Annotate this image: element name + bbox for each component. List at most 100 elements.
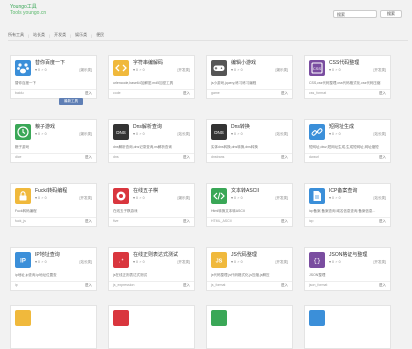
card-divider xyxy=(11,89,96,90)
card-divider xyxy=(305,89,390,90)
tool-stats: ♥ 0 ♂ 0 xyxy=(133,132,145,136)
tool-title[interactable]: 编辑小游戏 xyxy=(231,60,256,66)
tool-stats: ♥ 0 ♂ 0 xyxy=(35,68,47,72)
tool-category[interactable]: [开发类] xyxy=(374,68,386,73)
tool-title[interactable]: 粮子游戏 xyxy=(35,124,55,130)
tool-card[interactable]: IP IP地址查询 ♥ 0 ♂ 0 [站长类] ip地址,ip查询,ip地址位置查 ip 进… xyxy=(10,247,97,291)
tool-category[interactable]: [站长类] xyxy=(374,132,386,137)
enter-link[interactable]: 进入 xyxy=(281,219,288,224)
tool-title[interactable]: IP地址查询 xyxy=(35,252,60,258)
tool-title[interactable]: Dns转换 xyxy=(231,124,250,130)
clock-icon xyxy=(15,124,31,140)
tool-category[interactable]: [娱乐类] xyxy=(80,132,92,137)
enter-link[interactable]: 进入 xyxy=(379,219,386,224)
tool-card[interactable]: 文本转ASCII ♥ 0 ♂ 0 [开发类] Html转换文本转ASCII HTML_A… xyxy=(206,183,293,227)
paw-icon xyxy=(15,60,31,76)
tool-stats: ♥ 0 ♂ 0 xyxy=(231,260,243,264)
tool-title[interactable]: 文本转ASCII xyxy=(231,188,259,194)
tool-slug: fuck_js xyxy=(15,219,26,223)
tool-card[interactable]: 粮子游戏 ♥ 0 ♂ 0 [娱乐类] 粮子游戏 dice 进入 xyxy=(10,119,97,163)
tool-card[interactable]: CSS CSS代码整理 ♥ 0 ♂ 0 [开发类] CSS,css代码整理,css代码格… xyxy=(304,55,391,99)
tool-card[interactable]: DNS Dns转换 ♥ 0 ♂ 0 [站长类] 实体dns转换,dns转换,dns转换 d… xyxy=(206,119,293,163)
tool-slug: dwzurl xyxy=(309,155,320,159)
tool-icon xyxy=(309,310,325,326)
tool-card[interactable]: 字符串编解码 ♥ 0 ♂ 0 [开发类] urlencode,base64加解密,md… xyxy=(108,55,195,99)
enter-link[interactable]: 进入 xyxy=(85,219,92,224)
tool-card[interactable] xyxy=(10,305,97,349)
enter-link[interactable]: 进入 xyxy=(379,91,386,96)
tool-card[interactable] xyxy=(304,305,391,349)
tool-title[interactable]: Dns解析查询 xyxy=(133,124,162,130)
svg-text:DNS: DNS xyxy=(214,130,224,135)
tool-title[interactable]: 字符串编解码 xyxy=(133,60,163,66)
tool-category[interactable]: [站长类] xyxy=(374,196,386,201)
tool-title[interactable]: 在线五子棋 xyxy=(133,188,158,194)
tool-title[interactable]: JSON格证与整理 xyxy=(329,252,367,258)
nav-separator: | xyxy=(49,32,51,38)
nav-item-all[interactable]: 所有工具 xyxy=(8,32,24,38)
tool-card[interactable]: JS JS代码整理 ♥ 0 ♂ 0 [开发类] js代码整理,js代码格式化,js压缩,… xyxy=(206,247,293,291)
tool-stats: ♥ 0 ♂ 0 xyxy=(35,196,47,200)
tool-title[interactable]: 在线正则表达式测试 xyxy=(133,252,178,258)
nav-item-fun[interactable]: 娱乐类 xyxy=(75,32,87,38)
card-divider xyxy=(305,217,390,218)
enter-link[interactable]: 进入 xyxy=(183,283,190,288)
tool-description: Html转换文本转ASCII xyxy=(211,209,245,213)
tool-category[interactable]: [站长类] xyxy=(178,132,190,137)
tool-category[interactable]: [开发类] xyxy=(276,260,288,265)
enter-link[interactable]: 进入 xyxy=(85,91,92,96)
card-divider xyxy=(109,89,194,90)
logo[interactable]: Youngo工具 Tools youngo.cn xyxy=(10,4,46,16)
tool-card[interactable] xyxy=(206,305,293,349)
tool-title[interactable]: CSS代码整理 xyxy=(329,60,359,66)
search-button[interactable]: 搜索 xyxy=(380,10,402,18)
enter-link[interactable]: 进入 xyxy=(379,283,386,288)
enter-link[interactable]: 进入 xyxy=(85,155,92,160)
tool-card[interactable]: ICP备案查询 ♥ 0 ♂ 0 [站长类] icp备案,备案查询,域名信息查询,备案信… xyxy=(304,183,391,227)
tool-card[interactable]: DNS Dns解析查询 ♥ 0 ♂ 0 [站长类] dns解析查询,dns记录查询,ns… xyxy=(108,119,195,163)
tool-slug: code xyxy=(113,91,121,95)
tool-category[interactable]: [娱乐类] xyxy=(80,68,92,73)
enter-link[interactable]: 进入 xyxy=(183,155,190,160)
tool-category[interactable]: [开发类] xyxy=(276,196,288,201)
card-divider xyxy=(207,217,292,218)
tool-card[interactable] xyxy=(108,305,195,349)
search-input[interactable]: 搜索 xyxy=(333,10,377,18)
tool-slug: js_format xyxy=(211,283,226,287)
enter-link[interactable]: 进入 xyxy=(183,219,190,224)
tool-category[interactable]: [娱乐类] xyxy=(276,68,288,73)
tool-card[interactable]: Fuck/转码编程 ♥ 0 ♂ 0 [开发类] Fuck转码编程 fuck_js 进入 xyxy=(10,183,97,227)
enter-link[interactable]: 进入 xyxy=(379,155,386,160)
tool-category[interactable]: [娱乐类] xyxy=(178,196,190,201)
tool-card[interactable]: 编辑小游戏 ♥ 0 ♂ 0 [娱乐类] js小游戏,jquery,练习练习编程 game… xyxy=(206,55,293,99)
tool-slug: baidu xyxy=(15,91,24,95)
enter-link[interactable]: 进入 xyxy=(281,155,288,160)
tool-card[interactable]: {} JSON格证与整理 ♥ 0 ♂ 0 [开发类] JSON整理 json_format… xyxy=(304,247,391,291)
nav-item-life[interactable]: 便民 xyxy=(96,32,104,38)
enter-link[interactable]: 进入 xyxy=(85,283,92,288)
card-divider xyxy=(11,153,96,154)
tool-category[interactable]: [开发类] xyxy=(80,196,92,201)
tool-category[interactable]: [开发类] xyxy=(374,260,386,265)
tool-category[interactable]: [开发类] xyxy=(178,68,190,73)
enter-link[interactable]: 进入 xyxy=(281,91,288,96)
tool-title[interactable]: Fuck/转码编程 xyxy=(35,188,67,194)
tool-card[interactable]: 在线五子棋 ♥ 0 ♂ 0 [娱乐类] 在线五子棋游戏 five 进入 xyxy=(108,183,195,227)
enter-link[interactable]: 进入 xyxy=(281,283,288,288)
tool-title[interactable]: 替你百度一下 xyxy=(35,60,65,66)
tool-slug: ip xyxy=(15,283,18,287)
enter-link[interactable]: 进入 xyxy=(183,91,190,96)
tool-slug: dnstrans xyxy=(211,155,225,159)
nav-item-webmaster[interactable]: 站长类 xyxy=(33,32,45,38)
nav-item-dev[interactable]: 开发类 xyxy=(54,32,66,38)
tool-card[interactable]: 替你百度一下 ♥ 0 ♂ 0 [娱乐类] 替你百度一下 baidu 进入 xyxy=(10,55,97,99)
tool-title[interactable]: JS代码整理 xyxy=(231,252,257,258)
tool-category[interactable]: [站长类] xyxy=(276,132,288,137)
tool-title[interactable]: ICP备案查询 xyxy=(329,188,357,194)
tool-category[interactable]: [站长类] xyxy=(80,260,92,265)
tool-category[interactable]: [开发类] xyxy=(178,260,190,265)
tool-card[interactable]: .* 在线正则表达式测试 ♥ 0 ♂ 0 [开发类] js在线正则表达式测试 js_exp… xyxy=(108,247,195,291)
tool-description: dns解析查询,dns记录查询,ns解析查询 xyxy=(113,145,172,149)
tool-title[interactable]: 短网址生成 xyxy=(329,124,354,130)
tool-card[interactable]: 短网址生成 ♥ 0 ♂ 0 [站长类] 短网址,dwz,短网址生成,生成短网址,网址缩… xyxy=(304,119,391,163)
